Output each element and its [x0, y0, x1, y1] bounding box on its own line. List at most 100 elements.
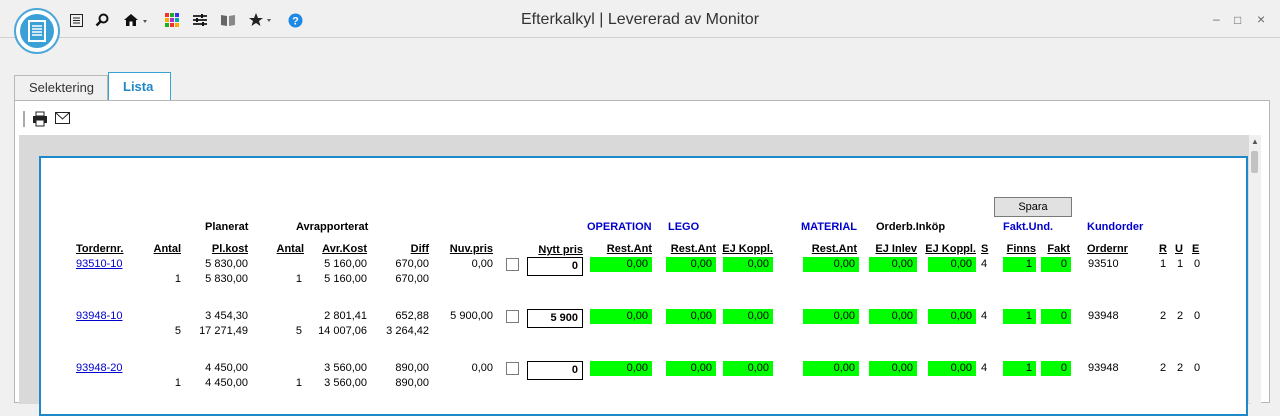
- nytt-pris-input[interactable]: 0: [527, 257, 583, 276]
- sub-avr-kost: 3 560,00: [324, 377, 367, 389]
- col-diff[interactable]: Diff: [381, 243, 429, 255]
- col-ej-inlev[interactable]: EJ Inlev: [869, 243, 917, 255]
- s-value: 4: [981, 258, 988, 270]
- lego-ej-koppl: 0,00: [723, 257, 773, 272]
- col-pl-kost[interactable]: Pl.kost: [191, 243, 248, 255]
- ej-inlev: 0,00: [869, 257, 917, 272]
- ordernr: 93948: [1088, 362, 1119, 374]
- col-fakt[interactable]: Fakt: [1041, 243, 1070, 255]
- tab-lista[interactable]: Lista: [108, 72, 171, 101]
- avr-kost: 5 160,00: [324, 258, 367, 270]
- panel-toolbar: [15, 101, 1269, 135]
- mat-rest-ant: 0,00: [803, 257, 859, 272]
- mail-icon[interactable]: [55, 112, 70, 127]
- r-value: 2: [1160, 310, 1167, 322]
- col-e[interactable]: E: [1192, 243, 1199, 255]
- u-value: 2: [1177, 310, 1184, 322]
- header-operation: OPERATION: [587, 221, 652, 233]
- col-op-rest-ant[interactable]: Rest.Ant: [590, 243, 652, 255]
- col-mat-rest-ant[interactable]: Rest.Ant: [803, 243, 857, 255]
- e-value: 0: [1194, 258, 1201, 270]
- s-value: 4: [981, 310, 988, 322]
- r-value: 2: [1160, 362, 1167, 374]
- col-ordernr[interactable]: Ordernr: [1087, 243, 1128, 255]
- sub-antal: 5: [174, 325, 181, 337]
- e-value: 0: [1194, 310, 1201, 322]
- sub-diff: 3 264,42: [386, 325, 429, 337]
- s-value: 4: [981, 362, 988, 374]
- r-value: 1: [1160, 258, 1167, 270]
- sub-antal2: 1: [295, 377, 302, 389]
- scroll-up-icon[interactable]: ▲: [1251, 137, 1259, 146]
- nuv-pris: 0,00: [471, 258, 493, 270]
- op-rest-ant: 0,00: [590, 361, 652, 376]
- sub-antal2: 5: [295, 325, 302, 337]
- col-lego-rest-ant[interactable]: Rest.Ant: [666, 243, 716, 255]
- ej-inlev: 0,00: [869, 309, 917, 324]
- pl-kost: 4 450,00: [205, 362, 248, 374]
- col-avr-kost[interactable]: Avr.Kost: [307, 243, 367, 255]
- tordernr-link[interactable]: 93510-10: [76, 258, 123, 270]
- sub-antal2: 1: [295, 273, 302, 285]
- app-logo[interactable]: [14, 8, 60, 54]
- window-title: Efterkalkyl | Levererad av Monitor: [520, 11, 760, 28]
- u-value: 1: [1177, 258, 1184, 270]
- sub-pl-kost: 17 271,49: [199, 325, 248, 337]
- ej-koppl: 0,00: [928, 309, 976, 324]
- col-tordernr[interactable]: Tordernr.: [76, 243, 123, 255]
- col-antal[interactable]: Antal: [141, 243, 182, 255]
- ej-koppl: 0,00: [928, 257, 976, 272]
- fakt: 0: [1041, 257, 1071, 272]
- pl-kost: 5 830,00: [205, 258, 248, 270]
- sub-diff: 670,00: [395, 273, 429, 285]
- divider: [0, 37, 1280, 38]
- sub-diff: 890,00: [395, 377, 429, 389]
- col-antal2[interactable]: Antal: [263, 243, 305, 255]
- tab-selektering[interactable]: Selektering: [14, 75, 108, 100]
- row-checkbox[interactable]: [506, 310, 519, 323]
- u-value: 2: [1177, 362, 1184, 374]
- sub-antal: 1: [174, 377, 181, 389]
- nuv-pris: 0,00: [471, 362, 493, 374]
- tordernr-link[interactable]: 93948-10: [76, 310, 123, 322]
- finns: 1: [1003, 257, 1036, 272]
- lego-rest-ant: 0,00: [666, 361, 716, 376]
- header-orderb-inkop: Orderb.Inköp: [876, 221, 946, 233]
- op-rest-ant: 0,00: [590, 309, 652, 324]
- ordernr: 93948: [1088, 310, 1119, 322]
- finns: 1: [1003, 309, 1036, 324]
- header-kundorder: Kundorder: [1087, 221, 1144, 233]
- print-icon[interactable]: [32, 111, 48, 130]
- fakt: 0: [1041, 361, 1071, 376]
- header-lego: LEGO: [668, 221, 700, 233]
- col-ej-koppl[interactable]: EJ Koppl.: [923, 243, 976, 255]
- col-nuv-pris[interactable]: Nuv.pris: [441, 243, 493, 255]
- col-lego-ej-koppl[interactable]: EJ Koppl.: [721, 243, 773, 255]
- tordernr-link[interactable]: 93948-20: [76, 362, 123, 374]
- mat-rest-ant: 0,00: [803, 309, 859, 324]
- scroll-thumb[interactable]: [1251, 151, 1258, 173]
- nytt-pris-input[interactable]: 5 900: [527, 309, 583, 328]
- save-button[interactable]: Spara: [994, 197, 1072, 217]
- lego-ej-koppl: 0,00: [723, 361, 773, 376]
- title-bar: ? Efterkalkyl | Levererad av Monitor – □…: [0, 0, 1280, 40]
- restore-icon[interactable]: □: [1234, 13, 1241, 27]
- row-checkbox[interactable]: [506, 362, 519, 375]
- header-avrapporterat: Avrapporterat: [296, 221, 369, 233]
- col-r[interactable]: R: [1159, 243, 1167, 255]
- minimize-icon[interactable]: –: [1213, 12, 1220, 26]
- close-icon[interactable]: ×: [1257, 11, 1265, 27]
- nytt-pris-input[interactable]: 0: [527, 361, 583, 380]
- vertical-scrollbar[interactable]: ▲: [1249, 135, 1261, 403]
- sub-avr-kost: 14 007,06: [318, 325, 367, 337]
- finns: 1: [1003, 361, 1036, 376]
- diff: 652,88: [395, 310, 429, 322]
- col-finns[interactable]: Finns: [1003, 243, 1036, 255]
- col-s[interactable]: S: [981, 243, 988, 255]
- row-checkbox[interactable]: [506, 258, 519, 271]
- col-u[interactable]: U: [1175, 243, 1183, 255]
- header-planerat: Planerat: [205, 221, 249, 233]
- lego-ej-koppl: 0,00: [723, 309, 773, 324]
- col-nytt-pris[interactable]: Nytt pris: [527, 244, 583, 256]
- sub-antal: 1: [174, 273, 181, 285]
